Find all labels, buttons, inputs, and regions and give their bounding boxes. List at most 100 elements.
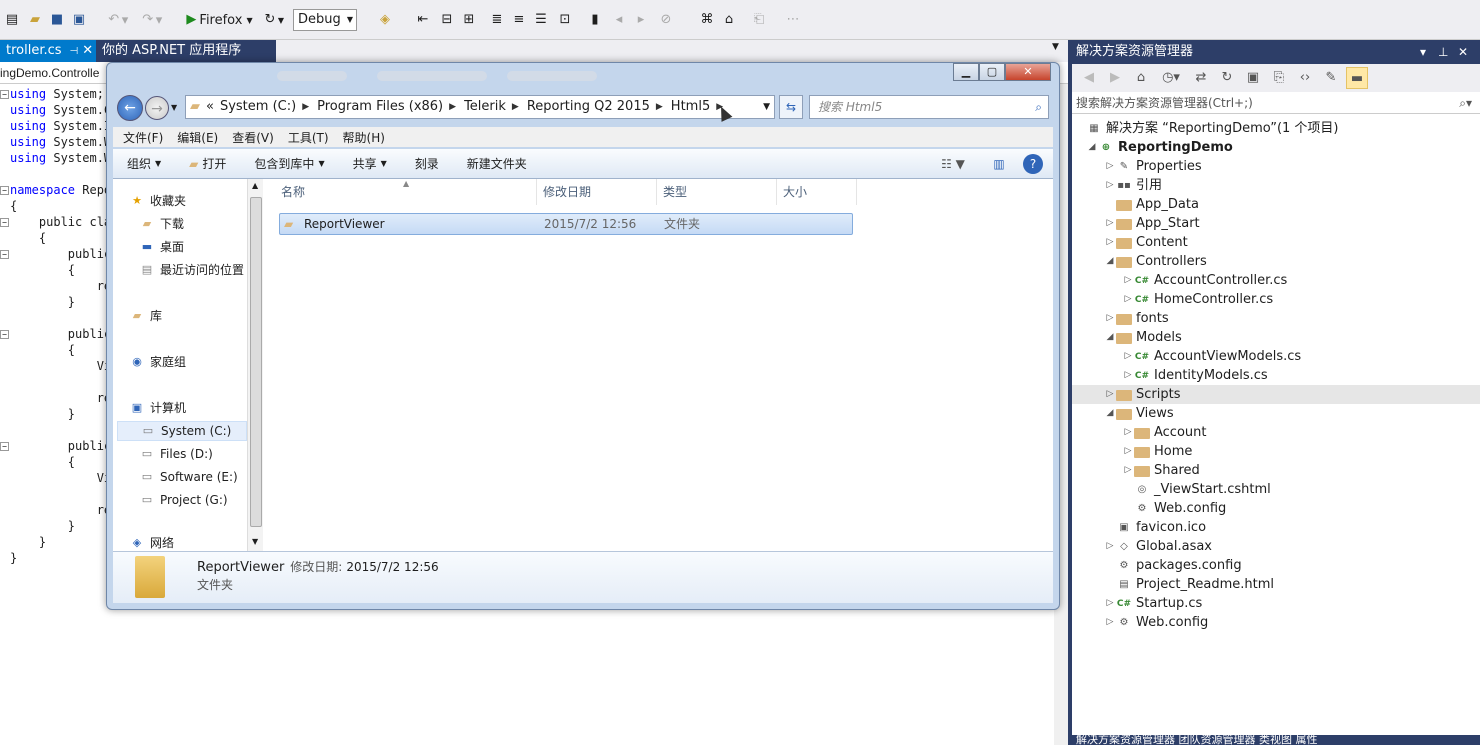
fold-toggle-icon[interactable]: −	[0, 186, 9, 195]
solution-node[interactable]: ▦ 解决方案 “ReportingDemo”(1 个项目)	[1072, 119, 1480, 138]
new-folder-button[interactable]: 新建文件夹	[453, 155, 541, 172]
fold-toggle-icon[interactable]: −	[0, 330, 9, 339]
expand-arrow-icon[interactable]: ▷	[1122, 461, 1134, 480]
close-icon[interactable]: ✕	[82, 43, 93, 58]
crumb-separator-icon[interactable]: ▶	[449, 96, 456, 118]
fold-toggle-icon[interactable]: −	[0, 250, 9, 259]
menu-file[interactable]: 文件(F)	[123, 129, 163, 146]
history-icon[interactable]: ◷▾	[1156, 67, 1186, 89]
project-node[interactable]: ◢ ⊕ ReportingDemo	[1072, 138, 1480, 157]
expand-arrow-icon[interactable]: ▷	[1104, 537, 1116, 556]
scroll-up-icon[interactable]: ▲	[252, 181, 258, 190]
tree-item[interactable]: ▷ Account	[1072, 423, 1480, 442]
close-button[interactable]: ✕	[1005, 63, 1051, 81]
tree-item[interactable]: ▷ ⚙ Web.config	[1072, 613, 1480, 632]
crumb-telerik[interactable]: Telerik	[464, 96, 506, 118]
menu-tools[interactable]: 工具(T)	[288, 129, 329, 146]
pin-panel-icon[interactable]: ⊥	[1438, 40, 1448, 64]
menu-help[interactable]: 帮助(H)	[343, 129, 385, 146]
nav-homegroup[interactable]: ◉ 家庭组	[129, 352, 261, 372]
find-icon[interactable]: ◈	[370, 9, 400, 31]
address-bar[interactable]: ▰ « System (C:) ▶ Program Files (x86) ▶ Te…	[185, 95, 775, 119]
save-icon[interactable]: ■	[48, 9, 66, 31]
tree-item[interactable]: ▷ Scripts	[1072, 385, 1480, 404]
refresh-icon[interactable]: ↻	[1216, 67, 1238, 89]
expand-arrow-icon[interactable]: ▷	[1122, 290, 1134, 309]
crumb-program-files[interactable]: Program Files (x86)	[317, 96, 443, 118]
view-code-icon[interactable]: ‹›	[1294, 67, 1316, 89]
collapse-all-icon[interactable]: ▣	[1242, 67, 1264, 89]
address-overflow[interactable]: «	[206, 96, 214, 118]
open-folder-icon[interactable]: ▰	[26, 9, 44, 31]
undo-icon[interactable]: ↶ ▾	[102, 9, 132, 31]
expand-arrow-icon[interactable]: ▷	[1122, 347, 1134, 366]
step-icon[interactable]: ⇤	[414, 9, 432, 31]
tree-item[interactable]: ◎ _ViewStart.cshtml	[1072, 480, 1480, 499]
forward-button[interactable]: →	[145, 96, 169, 120]
explorer-search-input[interactable]: 搜索 Html5 ⌕	[809, 95, 1049, 119]
minimize-button[interactable]: ▁	[953, 63, 979, 81]
config-select[interactable]: Debug ▼	[293, 9, 357, 31]
format-icon[interactable]: ⊟	[438, 9, 456, 31]
expand-arrow-icon[interactable]: ▷	[1104, 233, 1116, 252]
recent-pages-icon[interactable]: ▼	[171, 103, 177, 112]
copy-icon[interactable]: ⎘	[1268, 67, 1290, 89]
tree-item[interactable]: ▷ Content	[1072, 233, 1480, 252]
menu-view[interactable]: 查看(V)	[232, 129, 274, 146]
tree-item[interactable]: ▷ C# Startup.cs	[1072, 594, 1480, 613]
home-icon[interactable]: ⌂	[1130, 67, 1152, 89]
tab-overflow-icon[interactable]: ▼	[1052, 42, 1059, 52]
detach-icon[interactable]: ⌂	[720, 9, 738, 31]
expand-arrow-icon[interactable]: ▷	[1104, 385, 1116, 404]
publish-icon[interactable]: ⎗	[750, 9, 768, 31]
indent-icon[interactable]: ≡	[510, 9, 528, 31]
prev-bookmark-icon[interactable]: ◂	[610, 9, 628, 31]
tree-item[interactable]: ▷ Home	[1072, 442, 1480, 461]
nav-libraries[interactable]: ▰ 库	[129, 306, 261, 326]
pin-icon[interactable]: ⊣	[70, 46, 79, 57]
tree-item[interactable]: ◢ Views	[1072, 404, 1480, 423]
start-debug-button[interactable]: ▶ Firefox ▼	[180, 9, 256, 31]
bookmark-icon[interactable]: ▮	[586, 9, 604, 31]
tab-app[interactable]: 你的 ASP.NET 应用程序	[96, 40, 276, 62]
collapse-arrow-icon[interactable]: ◢	[1104, 252, 1116, 271]
share-button[interactable]: 共享 ▼	[339, 155, 401, 172]
panel-tabs[interactable]: 解决方案资源管理器 团队资源管理器 类视图 属性	[1072, 735, 1480, 745]
expand-arrow-icon[interactable]: ▷	[1104, 157, 1116, 176]
more-icon[interactable]: ⋯	[778, 9, 808, 31]
tree-item[interactable]: ▷ C# AccountController.cs	[1072, 271, 1480, 290]
forward-icon[interactable]: ▶	[1104, 67, 1126, 89]
maximize-button[interactable]: ▢	[979, 63, 1005, 81]
redo-icon[interactable]: ↷ ▾	[136, 9, 166, 31]
list-icon[interactable]: ☰	[532, 9, 550, 31]
clear-bookmarks-icon[interactable]: ⊘	[654, 9, 678, 31]
attach-icon[interactable]: ⌘	[698, 9, 716, 31]
scroll-down-icon[interactable]: ▼	[252, 537, 258, 546]
crumb-separator-icon[interactable]: ▶	[512, 96, 519, 118]
file-row[interactable]: ▰ ReportViewer 2015/7/2 12:56 文件夹	[279, 213, 853, 235]
column-type[interactable]: 类型	[657, 179, 777, 205]
nav-scroll-thumb[interactable]	[250, 197, 262, 527]
column-date[interactable]: 修改日期	[537, 179, 657, 205]
expand-arrow-icon[interactable]: ▷	[1104, 613, 1116, 632]
save-all-icon[interactable]: ▣	[70, 9, 88, 31]
comment-icon[interactable]: ⊞	[460, 9, 478, 31]
tree-item[interactable]: ▷ App_Start	[1072, 214, 1480, 233]
collapse-arrow-icon[interactable]: ◢	[1104, 404, 1116, 423]
tree-item[interactable]: ▷ C# HomeController.cs	[1072, 290, 1480, 309]
tree-item[interactable]: ▷ C# IdentityModels.cs	[1072, 366, 1480, 385]
expand-arrow-icon[interactable]: ▷	[1104, 309, 1116, 328]
expand-arrow-icon[interactable]: ▷	[1122, 366, 1134, 385]
window-position-icon[interactable]: ▾	[1420, 40, 1426, 64]
refresh-button[interactable]: ⇆	[779, 95, 803, 119]
view-options-icon[interactable]: ☷ ▼	[935, 154, 971, 174]
collapse-arrow-icon[interactable]: ◢	[1104, 328, 1116, 347]
tree-item[interactable]: ▷ fonts	[1072, 309, 1480, 328]
tree-item[interactable]: ▷ ✎ Properties	[1072, 157, 1480, 176]
outdent-icon[interactable]: ≣	[488, 9, 506, 31]
crumb-html5[interactable]: Html5	[671, 96, 710, 118]
column-size[interactable]: 大小	[777, 179, 857, 205]
solution-search-input[interactable]: 搜索解决方案资源管理器(Ctrl+;) ⌕▾	[1072, 92, 1480, 114]
search-icon[interactable]: ⌕▾	[1459, 92, 1472, 114]
expand-arrow-icon[interactable]: ▷	[1122, 423, 1134, 442]
